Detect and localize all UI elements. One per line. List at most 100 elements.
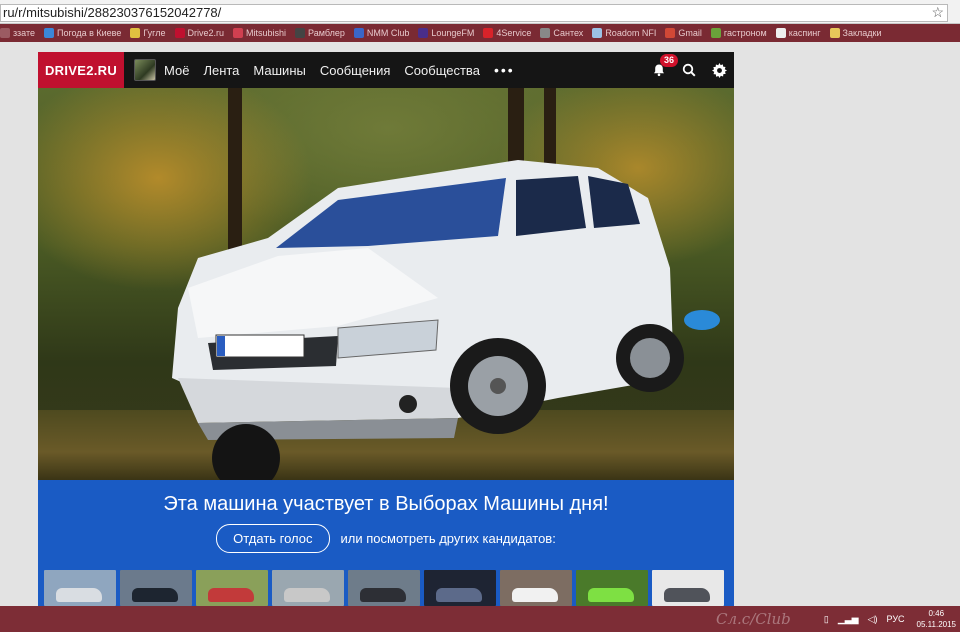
bookmark-favicon-icon (353, 28, 364, 38)
bookmark-item[interactable]: Roadom NFI (592, 28, 656, 38)
bookmark-label: Roadom NFI (605, 28, 657, 38)
bookmark-favicon-icon (44, 28, 54, 38)
drive2-site: DRIVE2.RU Моё Лента Машины Сообщения Соо… (38, 52, 734, 606)
bookmark-label: каспинг (788, 28, 821, 38)
car-shape (360, 588, 406, 602)
other-candidates-text: или посмотреть других кандидатов: (340, 531, 556, 546)
nav-link-feed[interactable]: Лента (203, 63, 239, 78)
search-button[interactable] (674, 52, 704, 88)
bookmark-label: Погода в Киеве (57, 28, 122, 38)
vote-button[interactable]: Отдать голос (216, 524, 330, 553)
vote-actions: Отдать голос или посмотреть других канди… (38, 524, 734, 553)
bookmark-item[interactable]: LoungeFM (418, 28, 474, 38)
nav-link-messages[interactable]: Сообщения (320, 63, 391, 78)
bookmarks-bar: ззате Погода в Киеве Гугле Drive2.ru Mitsubi… (0, 24, 960, 42)
candidate-thumbnail[interactable] (348, 570, 420, 606)
clock-date: 05.11.2015 (916, 620, 956, 629)
car-shape (284, 588, 330, 602)
bookmark-label: гастроном (723, 28, 767, 38)
bookmark-item[interactable]: 4Service (483, 28, 531, 38)
bookmark-favicon-icon (130, 28, 141, 38)
candidate-thumbnail[interactable] (272, 570, 344, 606)
bookmark-favicon-icon (483, 28, 494, 38)
bookmark-item[interactable]: Mitsubishi (233, 28, 286, 38)
site-logo[interactable]: DRIVE2.RU (38, 52, 124, 88)
nav-link-cars[interactable]: Машины (253, 63, 305, 78)
candidate-thumbnail[interactable] (500, 570, 572, 606)
bookmark-item[interactable]: Рамблер (295, 28, 345, 38)
page-viewport: DRIVE2.RU Моё Лента Машины Сообщения Соо… (0, 42, 960, 606)
candidate-thumbnail[interactable] (44, 570, 116, 606)
phone-icon[interactable]: ▯ (824, 614, 829, 625)
bookmark-item[interactable]: NMM Club (353, 28, 410, 38)
bookmark-favicon-icon (0, 28, 10, 38)
bookmark-star-icon[interactable]: ☆ (931, 4, 944, 20)
car-shape (664, 588, 710, 602)
signal-icon[interactable]: ▁▃▅ (838, 614, 859, 625)
bookmark-label: Gmail (678, 28, 702, 38)
user-avatar[interactable] (134, 59, 156, 81)
bookmark-label: 4Service (496, 28, 532, 38)
browser-toolbar: ru/r/mitsubishi/288230376152042778/ ☆ (0, 0, 960, 24)
gear-icon (711, 62, 727, 78)
nav-more-button[interactable]: ••• (494, 62, 515, 78)
candidate-thumbnail[interactable] (652, 570, 724, 606)
photo-watermark: Сл.с/Club (716, 610, 791, 628)
bookmark-item[interactable]: Drive2.ru (174, 28, 225, 38)
bookmark-item[interactable]: Сантех (540, 28, 583, 38)
bookmark-favicon-icon (665, 28, 676, 38)
bookmark-item[interactable]: гастроном (710, 28, 767, 38)
candidate-thumbnail[interactable] (424, 570, 496, 606)
bookmark-item[interactable]: Закладки (829, 28, 882, 38)
car-shape (512, 588, 558, 602)
settings-button[interactable] (704, 52, 734, 88)
bookmark-label: Сантех (553, 28, 584, 38)
car-photo[interactable] (38, 88, 734, 480)
system-clock[interactable]: 0:46 05.11.2015 (917, 608, 956, 630)
search-icon (682, 63, 696, 77)
system-tray: ▯ ▁▃▅ ◁) РУС 0:46 05.11.2015 (815, 606, 956, 632)
car-shape (56, 588, 102, 602)
bookmark-label: Mitsubishi (246, 28, 287, 38)
bookmark-favicon-icon (174, 28, 185, 38)
suv-illustration (172, 160, 720, 480)
bookmark-label: Drive2.ru (187, 28, 225, 38)
bookmark-label: ззате (13, 28, 35, 38)
bookmark-item[interactable]: каспинг (775, 28, 821, 38)
language-indicator[interactable]: РУС (887, 614, 905, 624)
notifications-button[interactable]: 36 (644, 52, 679, 88)
bookmark-favicon-icon (295, 28, 306, 38)
candidate-thumbnail[interactable] (196, 570, 268, 606)
bookmark-favicon-icon (418, 28, 429, 38)
car-shape (132, 588, 178, 602)
nav-link-communities[interactable]: Сообщества (404, 63, 480, 78)
candidate-thumbnail[interactable] (576, 570, 648, 606)
bookmark-label: Закладки (842, 28, 882, 38)
address-bar[interactable]: ru/r/mitsubishi/288230376152042778/ ☆ (0, 4, 948, 22)
car-of-the-day-banner: Эта машина участвует в Выборах Машины дн… (38, 480, 734, 606)
bookmark-label: Гугле (143, 28, 166, 38)
candidate-thumbnails (44, 570, 724, 606)
os-taskbar: Сл.с/Club ▯ ▁▃▅ ◁) РУС 0:46 05.11.2015 (0, 606, 960, 632)
bookmark-label: Рамблер (308, 28, 345, 38)
bookmark-favicon-icon (775, 28, 786, 38)
nav-right-icons: 36 (644, 52, 734, 88)
volume-icon[interactable]: ◁) (868, 614, 878, 625)
bookmark-favicon-icon (710, 28, 721, 38)
car-shape (588, 588, 634, 602)
bookmark-item[interactable]: Погода в Киеве (44, 28, 121, 38)
bookmark-favicon-icon (540, 28, 551, 38)
vote-title: Эта машина участвует в Выборах Машины дн… (163, 493, 609, 515)
bookmark-item[interactable]: ззате (0, 28, 35, 38)
url-text: ru/r/mitsubishi/288230376152042778/ (3, 5, 222, 20)
bookmark-favicon-icon (829, 28, 840, 38)
bookmark-favicon-icon (592, 28, 603, 38)
bookmark-label: LoungeFM (431, 28, 475, 38)
bookmark-item[interactable]: Gmail (665, 28, 702, 38)
bookmark-label: NMM Club (366, 28, 410, 38)
nav-link-moe[interactable]: Моё (164, 63, 189, 78)
car-shape (436, 588, 482, 602)
bookmark-item[interactable]: Гугле (130, 28, 166, 38)
candidate-thumbnail[interactable] (120, 570, 192, 606)
car-shape (208, 588, 254, 602)
